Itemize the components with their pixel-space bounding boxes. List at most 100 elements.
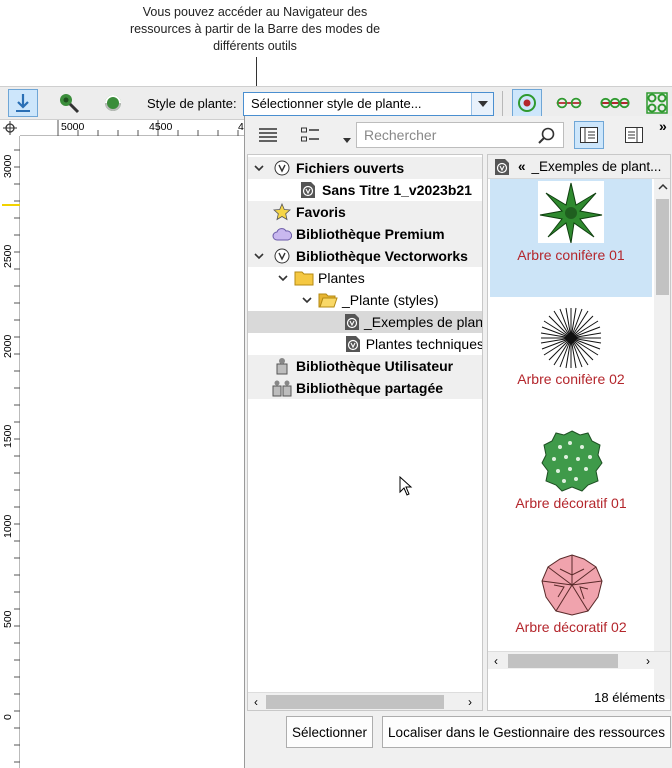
ruler-label-1500: 1500 (2, 424, 14, 448)
scroll-up-icon[interactable] (654, 181, 670, 197)
tree-item-technical-plants[interactable]: Plantes techniques (248, 333, 483, 355)
scroll-thumb[interactable] (508, 653, 618, 668)
gallery-item-label: Arbre décoratif 01 (515, 495, 627, 511)
chevron-down-icon[interactable] (276, 274, 290, 282)
decorative-tree-green-icon (541, 430, 603, 492)
scroll-right-icon[interactable]: › (462, 695, 478, 709)
locate-in-resource-manager-button[interactable]: Localiser dans le Gestionnaire des resso… (382, 716, 671, 748)
ruler-label-2000: 2000 (2, 334, 14, 358)
placement-mode-button[interactable] (8, 89, 38, 117)
dropdown-arrow-button[interactable] (471, 93, 493, 115)
details-view-button[interactable] (295, 121, 325, 149)
gallery-item-label: Arbre décoratif 02 (515, 619, 627, 635)
callout-text: Vous pouvez accéder au Navigateur des re… (95, 4, 415, 55)
item-count: 18 éléments (594, 690, 665, 705)
list-view-icon (259, 128, 277, 142)
gallery-item-conifer-02[interactable]: Arbre conifère 02 (490, 303, 652, 427)
plant-style-label: Style de plante: (147, 96, 237, 111)
gallery-item-label: Arbre conifère 01 (517, 247, 625, 263)
plant-style-dropdown[interactable]: Sélectionner style de plante... (243, 92, 494, 116)
folder-icon (294, 269, 314, 287)
ruler-label-5000: 5000 (61, 121, 85, 133)
pick-up-mode-button[interactable] (54, 89, 84, 117)
caret-down-icon (343, 138, 351, 143)
callout-line-1: Vous pouvez accéder au Navigateur des (142, 5, 368, 19)
tree-horizontal-scrollbar[interactable]: ‹ › (248, 692, 482, 710)
ruler-label-4: 4 (238, 121, 244, 133)
resource-selector-panel: Rechercher » Fichiers ouverts Sans Titre… (244, 116, 672, 768)
shared-library-icon (272, 379, 292, 397)
ruler-label-3000: 3000 (2, 154, 14, 178)
mouse-cursor-icon (399, 476, 413, 496)
preview-pane-icon (625, 127, 643, 143)
tree-view-icon (580, 127, 598, 143)
user-library-icon (272, 357, 292, 375)
tree-item-open-files[interactable]: Fichiers ouverts (248, 157, 482, 179)
resource-gallery: « _Exemples de plant... Arbre conifère 0… (487, 154, 671, 711)
search-input[interactable]: Rechercher (356, 122, 564, 148)
toolbar-separator (502, 91, 503, 117)
conifer-tree-green-icon (538, 181, 604, 243)
search-placeholder: Rechercher (364, 127, 437, 143)
tree-item-label: Bibliothèque partagée (296, 380, 444, 396)
scroll-left-icon[interactable]: ‹ (248, 695, 264, 709)
conifer-tree-starburst-icon (540, 307, 602, 369)
grid-plants-button[interactable] (642, 89, 672, 117)
ruler-label-0: 0 (2, 714, 14, 720)
tree-item-favorites[interactable]: Favoris (248, 201, 482, 223)
single-plant-button[interactable] (512, 89, 542, 117)
gallery-item-label: Arbre conifère 02 (517, 371, 625, 387)
scroll-left-icon[interactable]: ‹ (488, 654, 504, 668)
callout-line-2: ressources à partir de la Barre des mode… (129, 22, 381, 36)
ruler-label-2500: 2500 (2, 244, 14, 268)
vw-file-icon (344, 313, 360, 331)
tree-item-premium-library[interactable]: Bibliothèque Premium (248, 223, 482, 245)
tree-item-label: Plantes techniques (365, 336, 483, 352)
tree-item-plantes[interactable]: Plantes (248, 267, 482, 289)
ruler-label-1000: 1000 (2, 514, 14, 538)
tree-item-vectorworks-library[interactable]: Bibliothèque Vectorworks (248, 245, 482, 267)
tree-view-toggle-button[interactable] (574, 121, 604, 149)
pick-up-mode-icon (60, 94, 80, 114)
breadcrumb-back-icon[interactable]: « (518, 159, 526, 174)
gallery-breadcrumb: « _Exemples de plant... (488, 155, 670, 179)
chevron-down-icon[interactable] (300, 296, 314, 304)
ruler-label-500: 500 (2, 610, 14, 628)
tree-item-shared-library[interactable]: Bibliothèque partagée (248, 377, 482, 399)
vectorworks-icon (272, 247, 292, 265)
gallery-vertical-scrollbar[interactable] (654, 179, 670, 699)
ruler-origin[interactable] (0, 120, 20, 136)
tree-item-plant-styles[interactable]: _Plante (styles) (248, 289, 482, 311)
tree-item-plant-examples[interactable]: _Exemples de plantes (248, 311, 483, 333)
details-view-icon (301, 127, 319, 142)
pole-plants-button[interactable] (598, 89, 632, 117)
tree-item-label: Favoris (296, 204, 346, 220)
tree-item-untitled-file[interactable]: Sans Titre 1_v2023b21 (248, 179, 482, 201)
scroll-right-icon[interactable]: › (640, 654, 656, 668)
search-icon[interactable] (538, 127, 555, 144)
scroll-thumb[interactable] (656, 199, 669, 295)
grid-plants-icon (646, 92, 668, 114)
plant-style-value: Sélectionner style de plante... (251, 96, 422, 111)
chevron-down-icon[interactable] (252, 164, 266, 172)
vw-file-icon (344, 335, 362, 353)
sync-mode-button[interactable] (98, 89, 128, 117)
search-options-button[interactable] (343, 130, 351, 146)
list-view-button[interactable] (253, 121, 283, 149)
gallery-item-conifer-01[interactable]: Arbre conifère 01 (490, 179, 652, 297)
tree-item-label: _Exemples de plantes (364, 314, 483, 330)
scroll-thumb[interactable] (266, 694, 444, 709)
select-button[interactable]: Sélectionner (286, 716, 373, 748)
tree-item-label: Bibliothèque Vectorworks (296, 248, 468, 264)
line-plants-icon (556, 97, 582, 109)
panel-overflow-icon[interactable]: » (659, 118, 667, 134)
crosshair-icon (3, 121, 17, 135)
gallery-horizontal-scrollbar[interactable]: ‹ › (488, 651, 670, 669)
ruler-vertical: 3000 2500 2000 1500 1000 500 0 (0, 136, 20, 768)
gallery-item-decorative-01[interactable]: Arbre décoratif 01 (490, 427, 652, 551)
tree-item-label: Plantes (318, 270, 365, 286)
tree-item-user-library[interactable]: Bibliothèque Utilisateur (248, 355, 482, 377)
line-plants-button[interactable] (554, 89, 584, 117)
chevron-down-icon[interactable] (252, 252, 266, 260)
preview-pane-toggle-button[interactable] (619, 121, 649, 149)
